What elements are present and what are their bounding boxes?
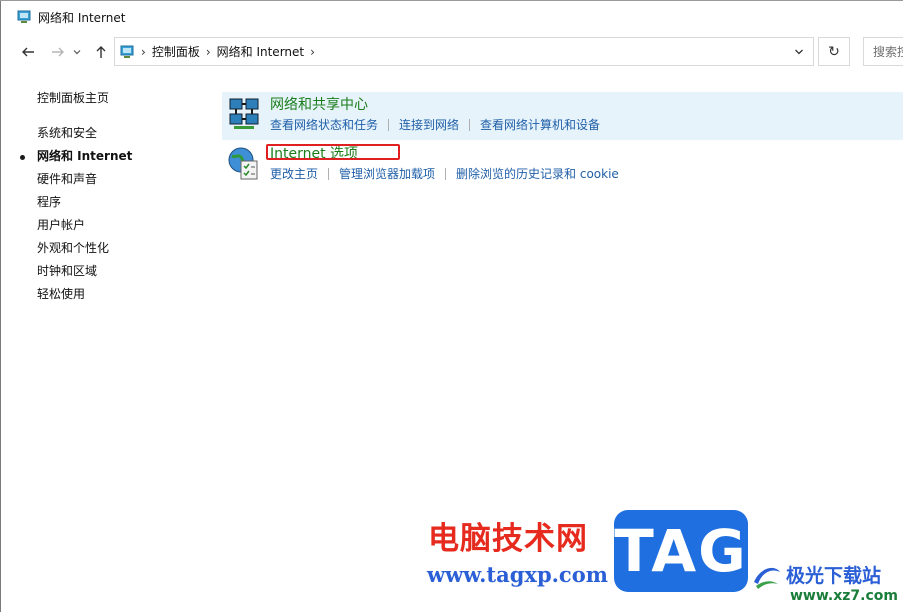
recent-locations-button[interactable] — [70, 40, 84, 64]
delete-history-link[interactable]: 删除浏览的历史记录和 cookie — [456, 165, 619, 182]
leftnav-item-programs[interactable]: 程序 — [37, 191, 207, 214]
category-sublinks: 查看网络状态和任务 连接到网络 查看网络计算机和设备 — [270, 116, 600, 133]
up-arrow-icon — [96, 46, 106, 58]
category-sublinks: 更改主页 管理浏览器加载项 删除浏览的历史记录和 cookie — [270, 165, 619, 182]
chevron-down-icon — [73, 50, 81, 55]
link-divider — [445, 167, 447, 180]
leftnav-item-label: 程序 — [37, 195, 62, 209]
refresh-button[interactable]: ↻ — [818, 37, 850, 66]
watermark-tag-logo: TAG — [614, 510, 748, 592]
window-border — [0, 0, 1, 612]
leftnav-item-appearance[interactable]: 外观和个性化 — [37, 237, 207, 260]
leftnav-item-user-accounts[interactable]: 用户帐户 — [37, 214, 207, 237]
title-bar: 网络和 Internet — [1, 1, 903, 33]
leftnav-item-network-internet[interactable]: 网络和 Internet — [20, 145, 207, 168]
watermark-url: www.tagxp.com — [427, 562, 608, 587]
network-sharing-center-icon — [229, 98, 259, 129]
control-panel-home-link[interactable]: 控制面板主页 — [37, 88, 207, 108]
search-input[interactable]: 搜索控 — [863, 37, 903, 66]
chevron-down-icon — [795, 49, 803, 54]
leftnav-item-system-security[interactable]: 系统和安全 — [37, 122, 207, 145]
network-sharing-center-link[interactable]: 网络和共享中心 — [270, 94, 368, 114]
leftnav-item-clock-region[interactable]: 时钟和区域 — [37, 260, 207, 283]
control-panel-network-icon — [120, 45, 134, 58]
leftnav-item-hardware-sound[interactable]: 硬件和声音 — [37, 168, 207, 191]
breadcrumb-separator[interactable]: › — [206, 45, 211, 59]
category-list: 系统和安全 网络和 Internet 硬件和声音 程序 用户帐户 外观和个性化 … — [20, 122, 207, 306]
manage-addons-link[interactable]: 管理浏览器加载项 — [339, 165, 435, 182]
aurora-logo-icon — [754, 567, 780, 589]
back-arrow-icon — [22, 47, 34, 57]
navigation-bar: › 控制面板 › 网络和 Internet › ↻ 搜索控 — [1, 36, 903, 68]
address-dropdown-button[interactable] — [787, 38, 811, 65]
view-network-status-link[interactable]: 查看网络状态和任务 — [270, 116, 378, 133]
left-navigation-pane: 控制面板主页 系统和安全 网络和 Internet 硬件和声音 程序 用户帐户 … — [20, 88, 207, 306]
address-bar[interactable]: › 控制面板 › 网络和 Internet › — [114, 37, 814, 66]
breadcrumb-separator[interactable]: › — [141, 45, 146, 59]
link-divider — [388, 118, 390, 131]
leftnav-item-label: 外观和个性化 — [37, 241, 110, 255]
internet-options-globe-icon — [228, 147, 258, 180]
category-network-sharing-center: 网络和共享中心 查看网络状态和任务 连接到网络 查看网络计算机和设备 — [222, 92, 903, 140]
watermark-text: 电脑技术网 — [428, 521, 588, 557]
leftnav-item-label: 用户帐户 — [37, 218, 86, 232]
control-panel-network-icon — [17, 10, 31, 23]
link-divider — [469, 118, 471, 131]
leftnav-item-label: 轻松使用 — [37, 287, 86, 301]
breadcrumb-network-internet[interactable]: 网络和 Internet — [217, 43, 304, 60]
annotation-highlight-box — [266, 144, 400, 160]
link-divider — [328, 167, 330, 180]
view-network-devices-link[interactable]: 查看网络计算机和设备 — [480, 116, 600, 133]
watermark-site-name: 极光下载站 — [786, 565, 882, 587]
leftnav-item-label: 硬件和声音 — [37, 172, 98, 186]
leftnav-item-label: 网络和 Internet — [37, 149, 133, 163]
watermark-site-url: www.xz7.com — [790, 588, 898, 604]
up-button[interactable] — [90, 40, 112, 64]
leftnav-item-label: 系统和安全 — [37, 126, 98, 140]
connect-to-network-link[interactable]: 连接到网络 — [399, 116, 459, 133]
forward-arrow-icon — [52, 47, 64, 57]
change-homepage-link[interactable]: 更改主页 — [270, 165, 318, 182]
back-button[interactable] — [17, 40, 39, 64]
refresh-icon: ↻ — [828, 43, 840, 60]
leftnav-item-label: 时钟和区域 — [37, 264, 98, 278]
window-title: 网络和 Internet — [38, 10, 126, 25]
active-bullet — [20, 155, 25, 160]
leftnav-item-ease-of-access[interactable]: 轻松使用 — [37, 283, 207, 306]
forward-button[interactable] — [47, 40, 69, 64]
breadcrumb-control-panel[interactable]: 控制面板 — [152, 43, 200, 60]
breadcrumb-separator[interactable]: › — [310, 45, 315, 59]
